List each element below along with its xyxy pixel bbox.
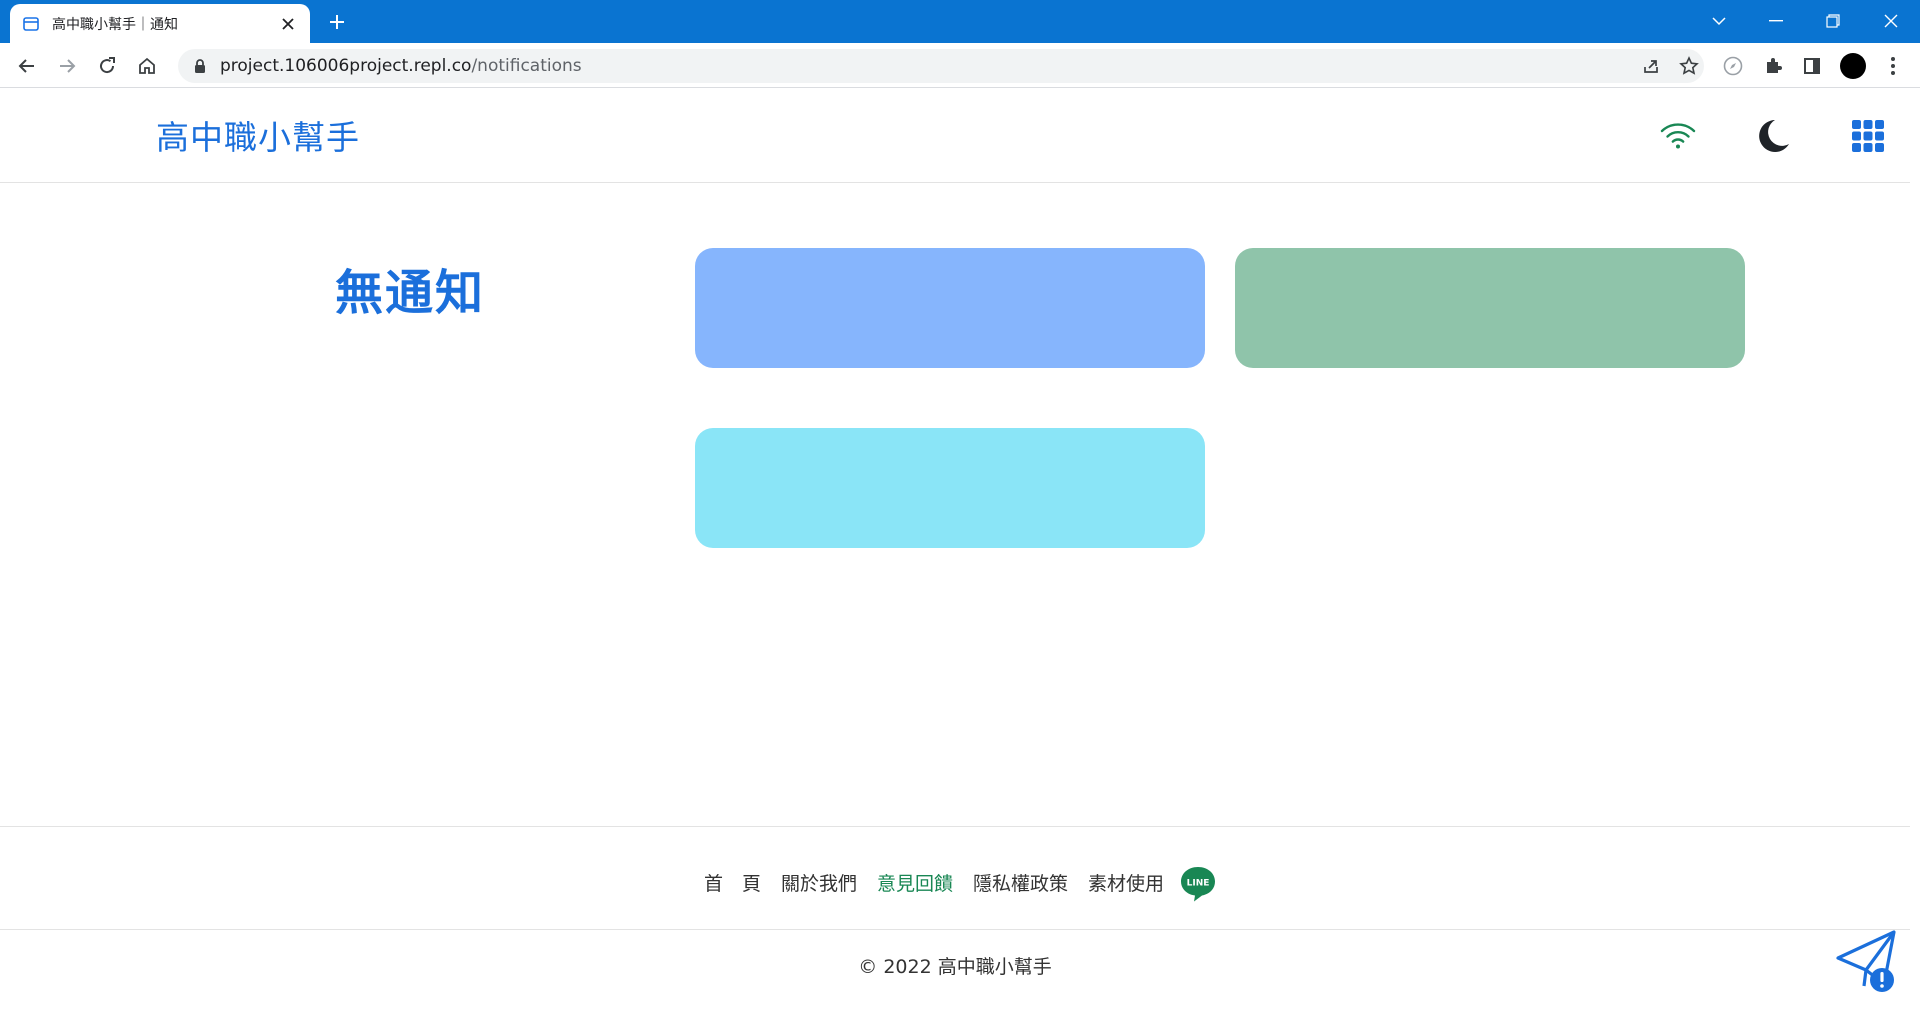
footer-link-privacy[interactable]: 隱私權政策 [973,869,1068,896]
line-chat-icon[interactable]: LINE [1180,865,1216,903]
new-tab-plus-icon[interactable] [324,9,350,35]
footer-link-assets[interactable]: 素材使用 [1088,869,1164,896]
line-badge-text: LINE [1187,879,1210,889]
browser-tab-title: 高中職小幫手｜通知 [52,16,178,33]
moon-icon[interactable] [1751,114,1795,158]
url-path: /notifications [471,56,582,76]
bookmark-star-icon[interactable] [1676,53,1702,79]
placeholder-card-cyan [695,428,1205,548]
reload-icon[interactable] [92,51,122,81]
footer-link-home[interactable]: 首 頁 [704,869,761,896]
restore-window-icon[interactable] [1818,7,1848,35]
close-tab-icon[interactable] [278,14,298,34]
wifi-icon[interactable] [1656,114,1700,158]
forward-arrow-icon[interactable] [52,51,82,81]
browser-tab-active[interactable]: 高中職小幫手｜通知 [10,4,310,43]
url-host: project.106006project.repl.co [220,56,472,76]
site-brand-link[interactable]: 高中職小幫手 [156,111,360,159]
footer-link-feedback[interactable]: 意見回饋 [877,869,953,896]
lock-icon[interactable] [192,58,208,74]
apps-grid-icon[interactable] [1846,114,1890,158]
footer-nav: 首 頁 關於我們 意見回饋 隱私權政策 素材使用 LINE [0,826,1910,930]
send-feedback-paper-plane-icon[interactable] [1834,928,1900,994]
placeholder-card-blue [695,248,1205,368]
copyright-text: © 2022 高中職小幫手 [858,956,1052,978]
side-panel-icon[interactable] [1797,51,1827,81]
share-icon[interactable] [1638,53,1664,79]
browser-tab-strip: 高中職小幫手｜通知 [0,0,1920,43]
tab-search-chevron-icon[interactable] [1704,7,1734,35]
no-notifications-title: 無通知 [335,265,486,321]
page-favicon-icon [22,15,40,33]
profile-avatar[interactable] [1838,51,1868,81]
home-icon[interactable] [132,51,162,81]
footer-link-about[interactable]: 關於我們 [781,869,857,896]
extensions-puzzle-icon[interactable] [1758,51,1788,81]
footer-links: 首 頁 關於我們 意見回饋 隱私權政策 素材使用 LINE [0,861,1910,903]
close-window-icon[interactable] [1876,7,1906,35]
placeholder-card-green [1235,248,1745,368]
site-header: 高中職小幫手 [0,88,1910,183]
back-arrow-icon[interactable] [12,51,42,81]
browser-toolbar: project.106006project.repl.co/notificati… [0,43,1920,88]
compass-extension-icon[interactable] [1718,51,1748,81]
browser-menu-kebab-icon[interactable] [1878,51,1908,81]
minimize-window-icon[interactable] [1761,7,1791,35]
address-bar[interactable]: project.106006project.repl.co/notificati… [178,49,1704,83]
